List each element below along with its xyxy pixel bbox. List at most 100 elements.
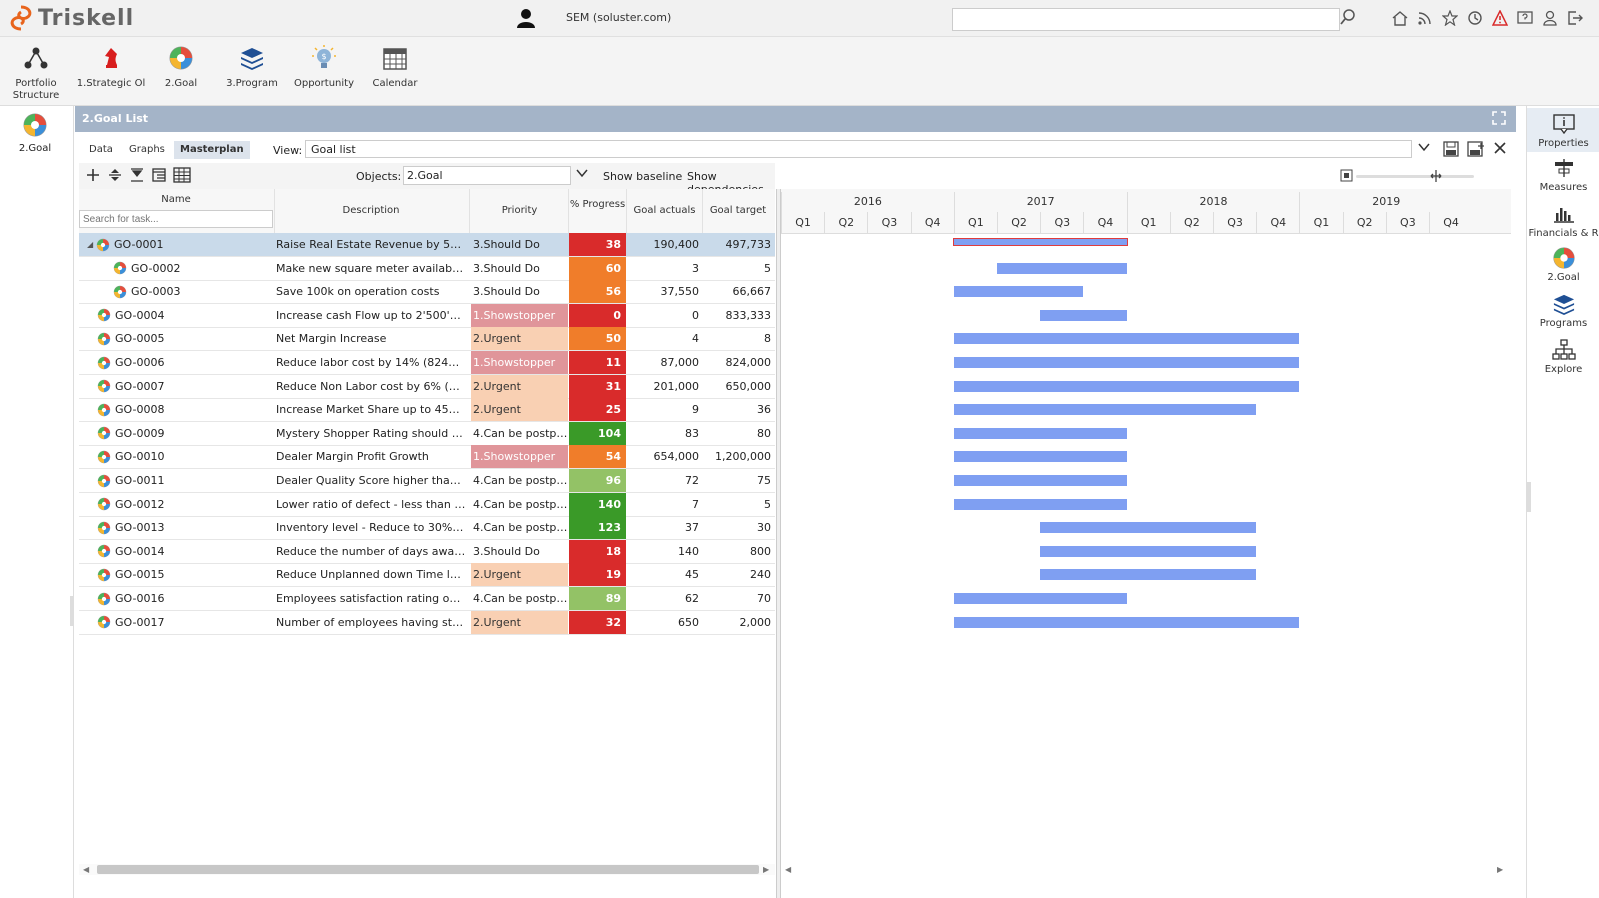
gantt-bar[interactable]	[1040, 309, 1127, 321]
toolbar-goal[interactable]: 2.Goal	[145, 43, 217, 89]
table-row[interactable]: GO-0014 Reduce the number of days away fr…	[79, 539, 775, 564]
goal-id[interactable]: GO-0014	[115, 540, 164, 563]
table-row[interactable]: GO-0015 Reduce Unplanned down Time less t…	[79, 563, 775, 588]
goal-id[interactable]: GO-0003	[131, 280, 180, 303]
goal-id[interactable]: GO-0017	[115, 611, 164, 634]
left-collapse-handle[interactable]	[70, 596, 74, 626]
history-icon[interactable]	[1466, 8, 1484, 28]
table-row[interactable]: GO-0012 Lower ratio of defect - less than…	[79, 492, 775, 517]
gantt-bar[interactable]	[1040, 522, 1257, 534]
user-icon[interactable]	[1541, 8, 1559, 28]
goal-id[interactable]: GO-0009	[115, 422, 164, 445]
toolbar-calendar[interactable]: Calendar	[359, 43, 431, 89]
zoom-fit-icon[interactable]	[1340, 169, 1353, 185]
gantt-bar[interactable]	[953, 498, 1127, 510]
goal-id[interactable]: GO-0013	[115, 516, 164, 539]
table-row[interactable]: GO-0003 Save 100k on operation costs 3.Sho…	[79, 280, 775, 305]
gantt-bar[interactable]	[952, 238, 1128, 246]
goal-id[interactable]: GO-0015	[115, 563, 164, 586]
tab-graphs[interactable]: Graphs	[123, 141, 171, 159]
maximize-icon[interactable]	[1492, 111, 1506, 128]
goal-id[interactable]: GO-0011	[115, 469, 164, 492]
zoom-slider-handle-icon[interactable]	[1428, 169, 1444, 186]
scroll-right-icon[interactable]: ▶	[763, 865, 769, 874]
save-view-icon[interactable]	[1443, 141, 1459, 160]
col-header-priority[interactable]: Priority	[471, 205, 568, 216]
scroll-left-icon[interactable]: ◀	[83, 865, 89, 874]
tree-collapse-icon[interactable]: ◢	[87, 233, 96, 256]
save-as-view-icon[interactable]	[1467, 141, 1485, 160]
right-collapse-handle[interactable]	[1527, 482, 1531, 512]
gantt-bar[interactable]	[953, 286, 1084, 298]
col-header-progress[interactable]: % Progress	[569, 199, 626, 211]
table-row[interactable]: GO-0007 Reduce Non Labor cost by 6% (6500…	[79, 374, 775, 399]
right-rail-properties[interactable]: Properties	[1527, 108, 1599, 152]
objects-select[interactable]: 2.Goal	[403, 166, 571, 185]
gantt-bar[interactable]	[953, 451, 1127, 463]
table-row[interactable]: GO-0013 Inventory level - Reduce to 30% o…	[79, 516, 775, 541]
goal-id[interactable]: GO-0016	[115, 587, 164, 610]
scroll-right-icon[interactable]: ▶	[1497, 865, 1503, 874]
goal-id[interactable]: GO-0002	[131, 257, 180, 280]
table-row[interactable]: GO-0017 Number of employees having strate…	[79, 610, 775, 635]
zoom-slider[interactable]	[1356, 175, 1474, 178]
col-header-name[interactable]: Name	[79, 194, 273, 205]
search-icon[interactable]	[1340, 9, 1356, 28]
expand-collapse-icon[interactable]	[107, 167, 123, 186]
scroll-left-icon[interactable]: ◀	[785, 865, 791, 874]
col-header-goal-target[interactable]: Goal target	[703, 205, 773, 216]
gantt-bar[interactable]	[953, 380, 1300, 392]
table-row[interactable]: GO-0006 Reduce labor cost by 14% (824000.…	[79, 351, 775, 375]
goal-id[interactable]: GO-0005	[115, 327, 164, 350]
close-icon[interactable]	[1493, 141, 1507, 160]
col-header-goal-actuals[interactable]: Goal actuals	[627, 205, 702, 216]
gantt-bar[interactable]	[953, 427, 1127, 439]
right-rail-programs[interactable]: Programs	[1527, 292, 1599, 329]
toolbar-program[interactable]: 3.Program	[216, 43, 288, 89]
table-row[interactable]: GO-0002 Make new square meter available f…	[79, 256, 775, 281]
home-icon[interactable]	[1391, 8, 1409, 28]
goal-id[interactable]: GO-0008	[115, 398, 164, 421]
user-avatar-icon[interactable]	[517, 8, 535, 31]
triskell-logo[interactable]: Triskell	[6, 3, 134, 33]
toolbar-portfolio-structure[interactable]: Portfolio Structure	[0, 43, 72, 102]
table-row[interactable]: GO-0005 Net Margin Increase 2.Urgent 50 4 8	[79, 327, 775, 352]
gantt-bar[interactable]	[953, 357, 1300, 368]
gantt-bar[interactable]	[953, 475, 1127, 486]
right-rail-measures[interactable]: Measures	[1527, 156, 1599, 193]
table-row[interactable]: GO-0011 Dealer Quality Score higher than …	[79, 469, 775, 493]
task-search-input[interactable]	[79, 210, 273, 228]
tab-data[interactable]: Data	[83, 141, 119, 159]
gantt-bar[interactable]	[1040, 569, 1257, 581]
goal-id[interactable]: GO-0010	[115, 445, 164, 468]
chevron-down-icon[interactable]	[1418, 142, 1430, 155]
gantt-bar[interactable]	[997, 262, 1127, 274]
global-search-input[interactable]	[952, 8, 1340, 31]
add-icon[interactable]	[85, 167, 101, 186]
logout-icon[interactable]	[1566, 8, 1584, 28]
table-row[interactable]: GO-0009 Mystery Shopper Rating should be …	[79, 421, 775, 446]
star-icon[interactable]	[1441, 8, 1459, 28]
alert-icon[interactable]	[1491, 8, 1509, 28]
goal-id[interactable]: GO-0001	[114, 233, 163, 256]
table-row[interactable]: GO-0010 Dealer Margin Profit Growth 1.Show…	[79, 445, 775, 470]
grid-horizontal-scrollbar[interactable]: ◀ ▶	[79, 864, 775, 875]
goal-id[interactable]: GO-0006	[115, 351, 164, 374]
gantt-bar[interactable]	[953, 593, 1127, 604]
gantt-bar[interactable]	[953, 616, 1300, 628]
right-rail-financials[interactable]: Financials & R	[1527, 202, 1599, 239]
col-header-description[interactable]: Description	[276, 205, 466, 216]
gantt-bar[interactable]	[1040, 545, 1257, 557]
view-select[interactable]: Goal list	[305, 140, 1412, 158]
left-rail-goal[interactable]: 2.Goal	[13, 112, 57, 154]
help-icon[interactable]	[1516, 8, 1534, 28]
table-row[interactable]: GO-0004 Increase cash Flow up to 2'500'00…	[79, 303, 775, 328]
rss-icon[interactable]	[1416, 8, 1434, 28]
table-row[interactable]: GO-0016 Employees satisfaction rating ove…	[79, 587, 775, 611]
toolbar-strategic-objective[interactable]: 1.Strategic Ol	[75, 43, 147, 89]
show-baseline-toggle[interactable]: Show baseline	[603, 170, 682, 183]
goal-id[interactable]: GO-0007	[115, 375, 164, 398]
goal-id[interactable]: GO-0004	[115, 304, 164, 327]
gantt-horizontal-scrollbar[interactable]: ◀ ▶	[781, 864, 1511, 875]
tab-masterplan[interactable]: Masterplan	[174, 141, 250, 159]
